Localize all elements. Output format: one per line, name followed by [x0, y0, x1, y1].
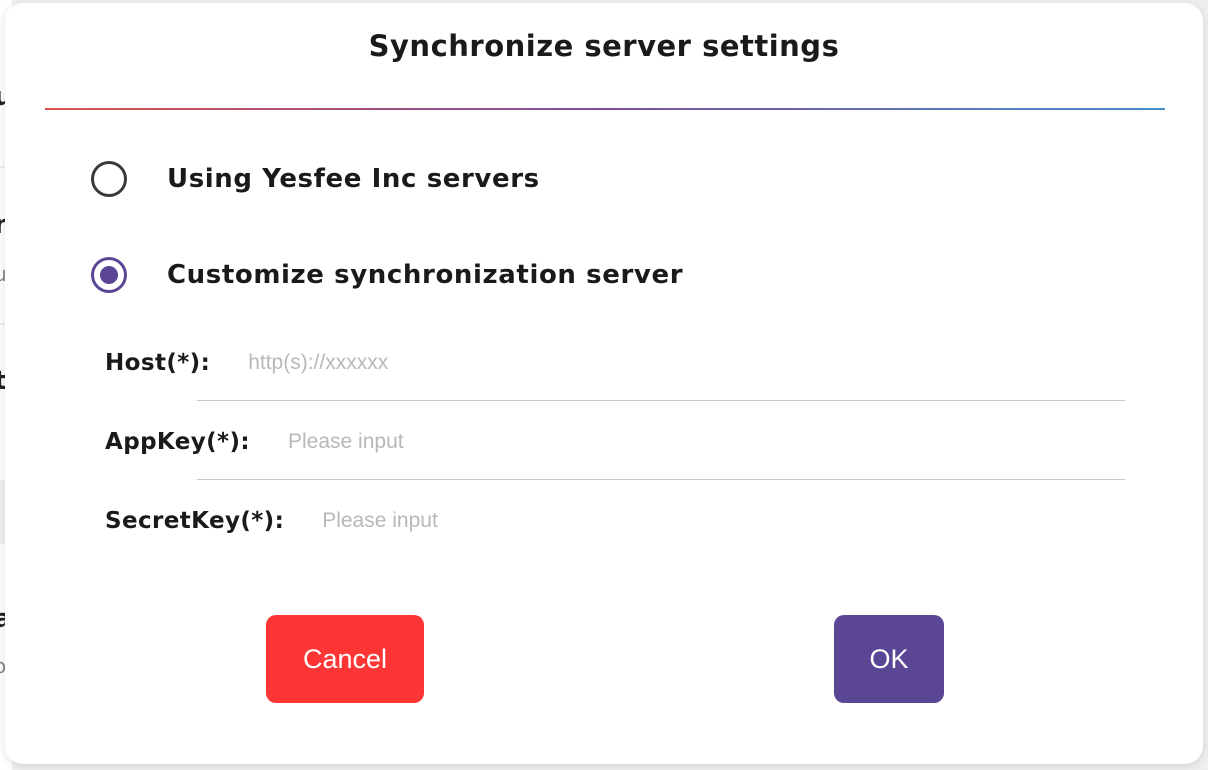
- secretkey-label: SecretKey(*):: [105, 508, 285, 534]
- option-custom-server[interactable]: Customize synchronization server: [91, 257, 683, 293]
- appkey-label: AppKey(*):: [105, 429, 250, 455]
- appkey-field: AppKey(*):: [105, 425, 988, 459]
- host-underline: [197, 400, 1125, 401]
- secretkey-field: SecretKey(*):: [105, 504, 1023, 538]
- title-divider: [45, 108, 1165, 110]
- radio-unchecked-icon[interactable]: [91, 161, 127, 197]
- appkey-input[interactable]: [288, 425, 988, 459]
- option-label: Using Yesfee Inc servers: [167, 164, 540, 194]
- dialog-title: Synchronize server settings: [368, 29, 840, 63]
- option-label: Customize synchronization server: [167, 260, 684, 290]
- host-field: Host(*):: [105, 346, 949, 380]
- radio-dot: [100, 266, 118, 284]
- ok-button[interactable]: OK: [834, 615, 944, 703]
- host-input[interactable]: [248, 346, 949, 380]
- secretkey-input[interactable]: [322, 504, 1023, 538]
- cancel-button[interactable]: Cancel: [266, 615, 424, 703]
- appkey-underline: [197, 479, 1125, 480]
- option-yesfee-servers[interactable]: Using Yesfee Inc servers: [91, 161, 540, 197]
- sync-settings-dialog: Synchronize server settings Using Yesfee…: [5, 3, 1203, 764]
- radio-checked-icon[interactable]: [91, 257, 127, 293]
- host-label: Host(*):: [105, 350, 211, 376]
